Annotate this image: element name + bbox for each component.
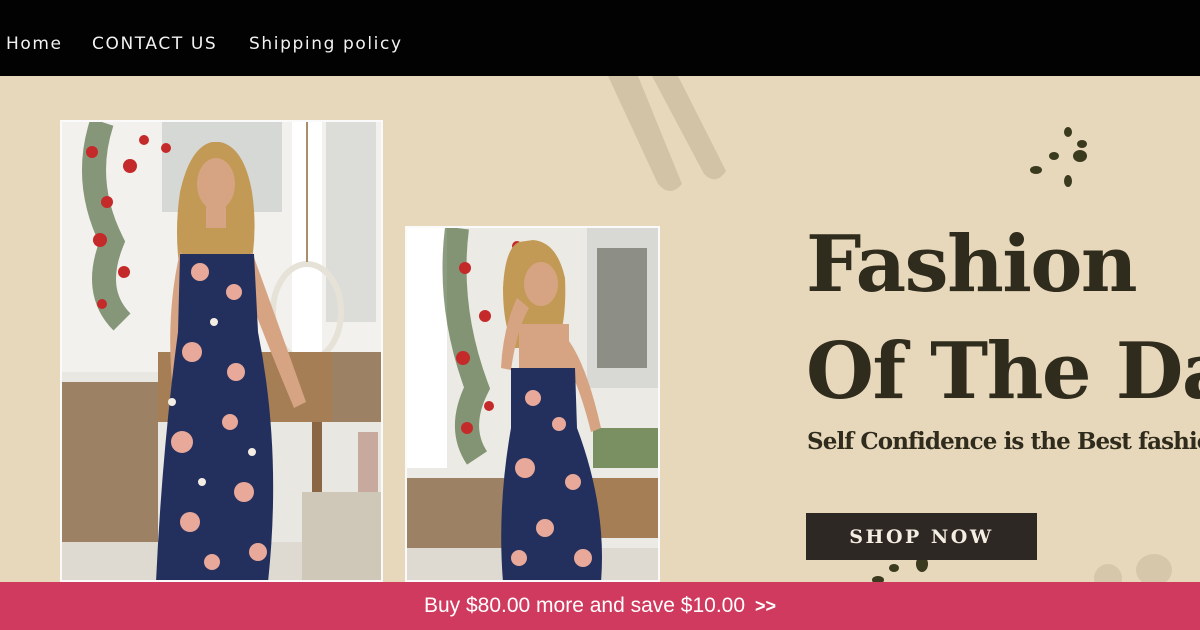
double-chevron-right-icon: >> <box>755 595 777 616</box>
nav-link-home[interactable]: Home <box>6 34 63 54</box>
free-shipping-promo-bar[interactable]: Buy $80.00 more and save $10.00 >> <box>0 582 1200 630</box>
model-front-photo <box>60 120 383 582</box>
brush-stroke-decoration-bottom <box>1094 554 1172 582</box>
nav-link-contact-us[interactable]: CONTACT US <box>92 34 217 54</box>
dot-cluster-decoration <box>1030 127 1087 187</box>
brush-stroke-decoration <box>608 76 726 191</box>
hero-headline-line-2: Of The Day <box>806 326 1200 417</box>
hero-banner: Fashion Of The Day Self Confidence is th… <box>0 76 1200 582</box>
promo-text: Buy $80.00 more and save $10.00 <box>423 594 746 617</box>
hero-subheadline: Self Confidence is the Best fashion <box>807 428 1200 455</box>
model-back-photo <box>405 226 660 582</box>
shop-now-button[interactable]: SHOP NOW <box>806 513 1037 560</box>
nav-link-shipping-policy[interactable]: Shipping policy <box>249 34 403 54</box>
hero-headline-line-1: Fashion <box>806 219 1138 310</box>
top-navigation: Home CONTACT US Shipping policy <box>0 0 1200 76</box>
